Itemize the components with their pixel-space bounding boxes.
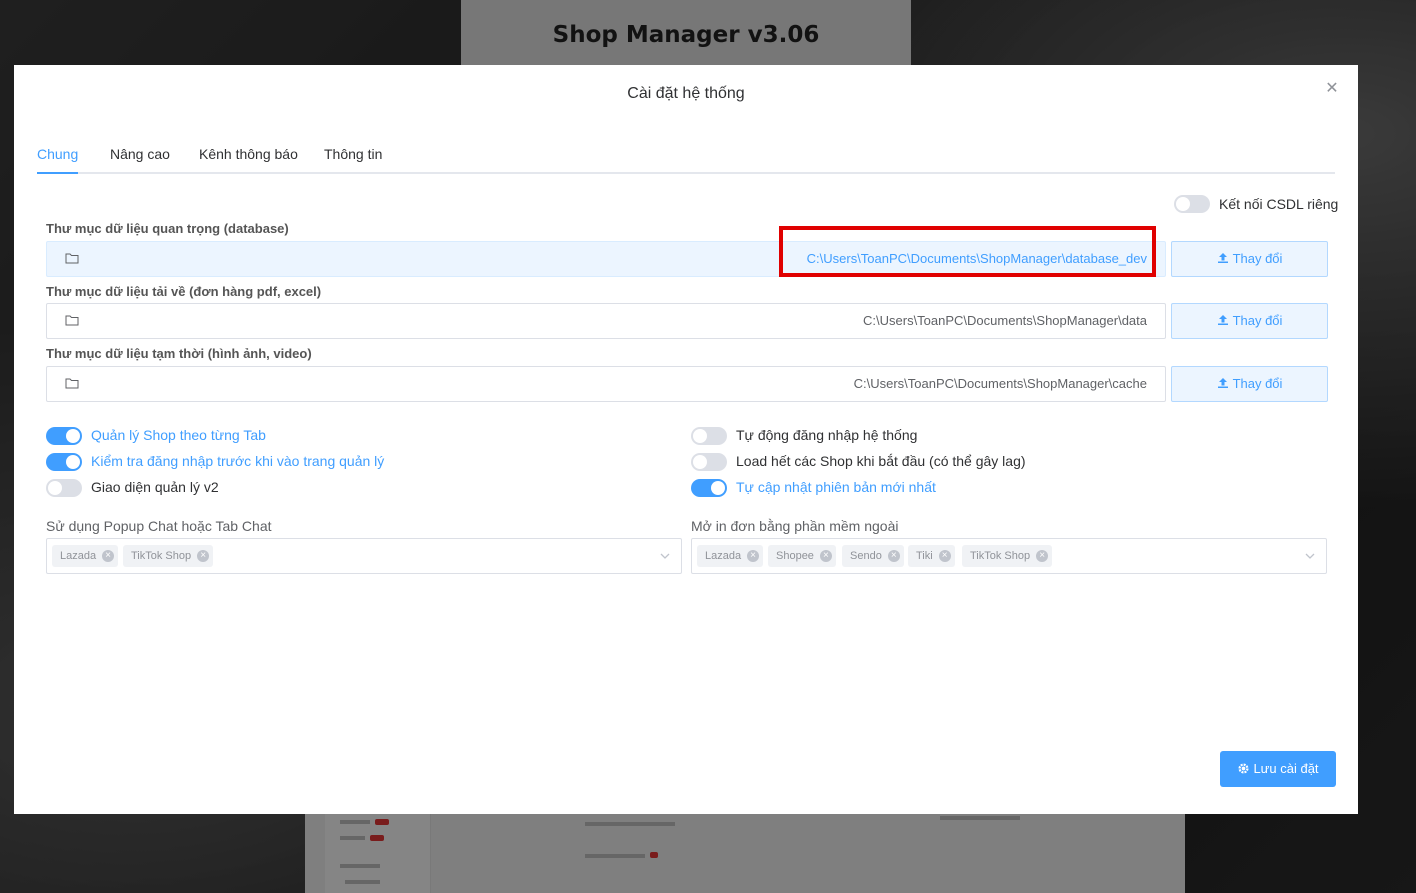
- auto-update-label: Tự cập nhật phiên bản mới nhất: [736, 479, 936, 495]
- tag-close-icon[interactable]: ×: [197, 550, 210, 562]
- folder-icon: [65, 378, 79, 389]
- gear-icon: [1238, 763, 1249, 774]
- folder-icon: [65, 253, 79, 264]
- popup-chat-label: Sử dụng Popup Chat hoặc Tab Chat: [46, 518, 272, 534]
- tag-tiktok-shop: TikTok Shop ×: [123, 545, 214, 567]
- download-folder-label: Thư mục dữ liệu tải về (đơn hàng pdf, ex…: [46, 284, 322, 299]
- ui-v2-switch[interactable]: [46, 479, 82, 497]
- folder-icon: [65, 315, 79, 326]
- tag-close-icon[interactable]: ×: [887, 550, 900, 562]
- database-folder-path: C:\Users\ToanPC\Documents\ShopManager\da…: [806, 251, 1147, 266]
- chevron-down-icon[interactable]: [1304, 550, 1316, 562]
- tab-advanced[interactable]: Nâng cao: [110, 145, 170, 172]
- external-print-label: Mở in đơn bằng phần mềm ngoài: [691, 518, 899, 534]
- tag-tiki: Tiki ×: [908, 545, 955, 567]
- upload-icon: [1217, 253, 1228, 263]
- tag-close-icon[interactable]: ×: [747, 550, 760, 562]
- private-db-switch[interactable]: [1174, 195, 1210, 213]
- chevron-down-icon[interactable]: [659, 550, 671, 562]
- load-all-shops-label: Load hết các Shop khi bắt đầu (có thể gâ…: [736, 453, 1026, 469]
- check-login-switch[interactable]: [46, 453, 82, 471]
- tag-close-icon[interactable]: ×: [102, 550, 115, 562]
- tab-bar: Chung Nâng cao Kênh thông báo Thông tin: [37, 145, 1335, 174]
- external-print-select[interactable]: Lazada × Shopee × Sendo × Tiki × TikTok Shop…: [691, 538, 1327, 574]
- tag-shopee: Shopee ×: [768, 545, 836, 567]
- manage-shop-by-tab-switch[interactable]: [46, 427, 82, 445]
- dialog-title: Cài đặt hệ thống: [627, 85, 745, 102]
- tag-close-icon[interactable]: ×: [938, 550, 951, 562]
- change-temp-folder-button[interactable]: Thay đổi: [1171, 366, 1328, 402]
- tag-lazada: Lazada ×: [697, 545, 764, 567]
- settings-dialog: Cài đặt hệ thống ✕ Chung Nâng cao Kênh t…: [14, 65, 1358, 814]
- private-db-label: Kết nối CSDL riêng: [1219, 196, 1339, 212]
- auto-update-switch[interactable]: [691, 479, 727, 497]
- download-folder-input[interactable]: C:\Users\ToanPC\Documents\ShopManager\da…: [46, 303, 1166, 339]
- temp-folder-input[interactable]: C:\Users\ToanPC\Documents\ShopManager\ca…: [46, 366, 1166, 402]
- database-folder-input[interactable]: C:\Users\ToanPC\Documents\ShopManager\da…: [46, 241, 1166, 277]
- tab-notification-channels[interactable]: Kênh thông báo: [199, 145, 298, 172]
- tab-general[interactable]: Chung: [37, 145, 79, 174]
- tag-lazada: Lazada ×: [52, 545, 119, 567]
- manage-shop-by-tab-label: Quản lý Shop theo từng Tab: [91, 427, 266, 443]
- close-icon[interactable]: ✕: [1324, 81, 1340, 97]
- save-settings-label: Lưu cài đặt: [1253, 761, 1319, 776]
- tag-sendo: Sendo ×: [842, 545, 904, 567]
- tag-close-icon[interactable]: ×: [1036, 550, 1049, 562]
- upload-icon: [1217, 378, 1228, 388]
- tag-tiktok-shop: TikTok Shop ×: [962, 545, 1053, 567]
- download-folder-path: C:\Users\ToanPC\Documents\ShopManager\da…: [863, 313, 1147, 328]
- change-download-folder-button[interactable]: Thay đổi: [1171, 303, 1328, 339]
- upload-icon: [1217, 315, 1228, 325]
- change-button-label: Thay đổi: [1232, 251, 1283, 266]
- save-settings-button[interactable]: Lưu cài đặt: [1220, 751, 1336, 787]
- popup-chat-select[interactable]: Lazada × TikTok Shop ×: [46, 538, 682, 574]
- auto-login-label: Tự động đăng nhập hệ thống: [736, 427, 918, 443]
- temp-folder-path: C:\Users\ToanPC\Documents\ShopManager\ca…: [853, 376, 1147, 391]
- change-button-label: Thay đổi: [1232, 313, 1283, 328]
- tab-info[interactable]: Thông tin: [324, 145, 382, 172]
- check-login-label: Kiểm tra đăng nhập trước khi vào trang q…: [91, 453, 385, 469]
- ui-v2-label: Giao diện quản lý v2: [91, 479, 219, 495]
- database-folder-label: Thư mục dữ liệu quan trọng (database): [46, 221, 289, 236]
- load-all-shops-switch[interactable]: [691, 453, 727, 471]
- auto-login-switch[interactable]: [691, 427, 727, 445]
- change-database-folder-button[interactable]: Thay đổi: [1171, 241, 1328, 277]
- change-button-label: Thay đổi: [1232, 376, 1283, 391]
- temp-folder-label: Thư mục dữ liệu tạm thời (hình ảnh, vide…: [46, 346, 312, 361]
- tag-close-icon[interactable]: ×: [819, 550, 832, 562]
